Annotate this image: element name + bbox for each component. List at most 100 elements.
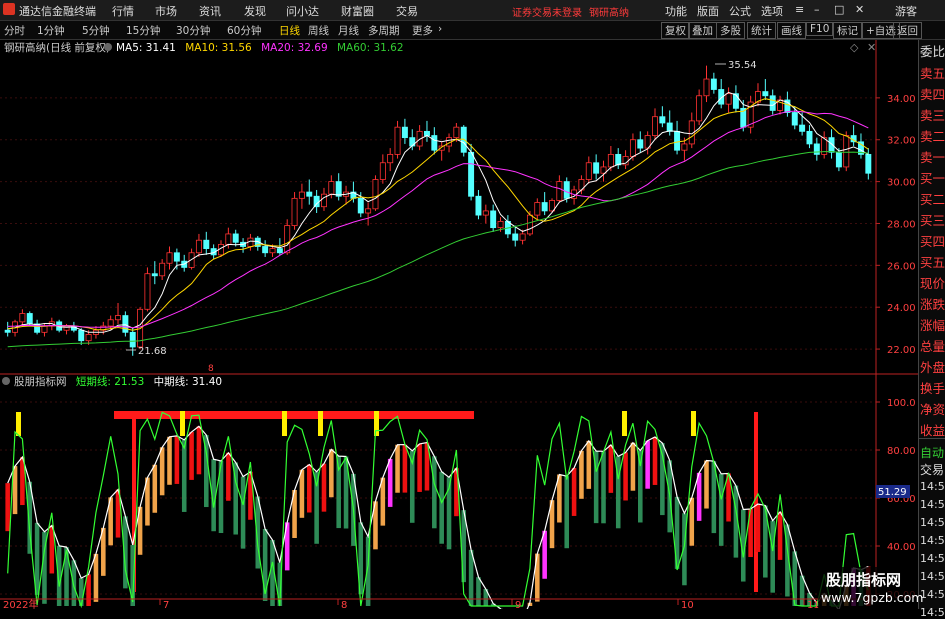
indicator-bar [631,443,636,491]
candle-body [829,138,834,153]
guest-label[interactable]: 游客 [895,3,917,19]
menu-item-trade[interactable]: 交易 [396,3,418,19]
sidebar-item-bid4[interactable]: 买四 [920,231,945,250]
sidebar-item-bid3[interactable]: 买三 [920,210,945,229]
short-line-label: 短期线: 21.53 [76,375,144,388]
price-tick-label: 30.00 [887,178,916,189]
chart-area[interactable]: 34.0032.0030.0028.0026.0024.0022.00 100.… [0,40,918,609]
draw-button[interactable]: 画线 [777,22,806,39]
sidebar-item-change-pct: 涨幅 [920,315,945,334]
candle-body [226,234,231,244]
settings-icon[interactable] [104,43,112,51]
auto-trade-label[interactable]: 自动 [920,444,945,461]
indicator-bar [167,437,172,485]
back-button[interactable]: 返回 [893,22,922,39]
candle-body [807,131,812,144]
tab-more[interactable]: 更多 [412,23,433,38]
indicator-bar [5,483,10,531]
indicator-bar [182,440,187,512]
ma10-line [8,99,869,331]
tab-timeshare[interactable]: 分时 [4,23,25,38]
candle-body [733,94,738,109]
menu-item-wealth[interactable]: 财富圈 [341,3,374,19]
overlay-button[interactable]: 叠加 [688,22,717,39]
close-icon[interactable]: ✕ [855,3,864,16]
candle-body [527,215,532,234]
indicator-bar [94,554,99,602]
menu-item-discover[interactable]: 发现 [244,3,266,19]
candle-body [557,182,562,201]
short-term-line [8,412,869,606]
collapse-icon[interactable]: ◇ [850,41,859,54]
candle-body [586,163,591,180]
menu-item-market[interactable]: 市场 [155,3,177,19]
chart-title: 钢研高纳(日线 前复权) [4,41,110,54]
f10-button[interactable]: F10 [806,22,833,36]
candle-body [395,127,400,154]
menu-item-options[interactable]: 选项 [761,3,783,19]
sidebar-item-ask3[interactable]: 卖三 [920,105,945,124]
indicator-bar [653,437,658,485]
signal-marker [374,411,379,436]
trade-label[interactable]: 交易 [920,461,945,478]
indicator-bar [770,521,775,593]
tab-weekly[interactable]: 周线 [308,23,329,38]
multi-stock-button[interactable]: 多股 [716,22,745,39]
sidebar-item-ask5[interactable]: 卖五 [920,63,945,82]
indicator-settings-icon[interactable] [2,377,10,385]
adjust-button[interactable]: 复权 [661,22,690,39]
candle-body [123,316,128,333]
candle-body [454,127,459,137]
tab-multi-period[interactable]: 多周期 [368,23,400,38]
mark-button[interactable]: 标记 [833,22,862,39]
tab-daily[interactable]: 日线 [279,23,300,38]
app-title: 通达信金融终端 [19,3,96,19]
sidebar-item-ask1[interactable]: 卖一 [920,147,945,166]
tab-60min[interactable]: 60分钟 [227,23,261,38]
candle-body [424,131,429,135]
tick-time-3: 14:56 [920,516,945,529]
tab-1min[interactable]: 1分钟 [37,23,65,38]
menu-item-layout[interactable]: 版面 [697,3,719,19]
price-axis: 34.0032.0030.0028.0026.0024.0022.00 [876,94,916,356]
tab-5min[interactable]: 5分钟 [82,23,110,38]
candle-body [366,209,371,213]
menu-item-quotes[interactable]: 行情 [112,3,134,19]
indicator-bar [719,474,724,546]
candle-body [299,192,304,198]
candle-body [542,203,547,211]
candle-body [726,94,731,104]
candle-body [233,234,238,242]
candle-body [476,196,481,215]
candle-body [711,79,716,89]
menu-item-ask[interactable]: 问小达 [286,3,319,19]
login-status[interactable]: 证券交易未登录 [512,4,582,19]
tab-15min[interactable]: 15分钟 [126,23,160,38]
close-panel-icon[interactable]: ✕ [867,41,876,54]
minimize-icon[interactable]: – [814,3,820,16]
tick-time-8: 14:56 [920,606,945,619]
time-tick-label: 7 [163,600,169,609]
menu-item-news[interactable]: 资讯 [199,3,221,19]
sidebar-item-bid5[interactable]: 买五 [920,252,945,271]
menu-item-function[interactable]: 功能 [665,3,687,19]
candle-body [145,274,150,310]
candle-body [844,136,849,167]
sidebar-item-ask4[interactable]: 卖四 [920,84,945,103]
maximize-icon[interactable]: □ [834,3,844,16]
candle-body [667,123,672,131]
candle-body [513,234,518,240]
indicator-bar [704,461,709,509]
tab-30min[interactable]: 30分钟 [176,23,210,38]
tab-monthly[interactable]: 月线 [338,23,359,38]
sidebar-item-ask2[interactable]: 卖二 [920,126,945,145]
stats-button[interactable]: 统计 [747,22,776,39]
menu-item-formula[interactable]: 公式 [729,3,751,19]
ma60-line [8,152,869,347]
chevron-right-icon[interactable]: › [438,23,442,35]
candle-body [152,274,157,276]
sidebar-item-bid2[interactable]: 买二 [920,189,945,208]
sidebar-item-bid1[interactable]: 买一 [920,168,945,187]
tick-time-6: 14:56 [920,570,945,583]
menu-icon[interactable]: ≡ [795,3,804,16]
